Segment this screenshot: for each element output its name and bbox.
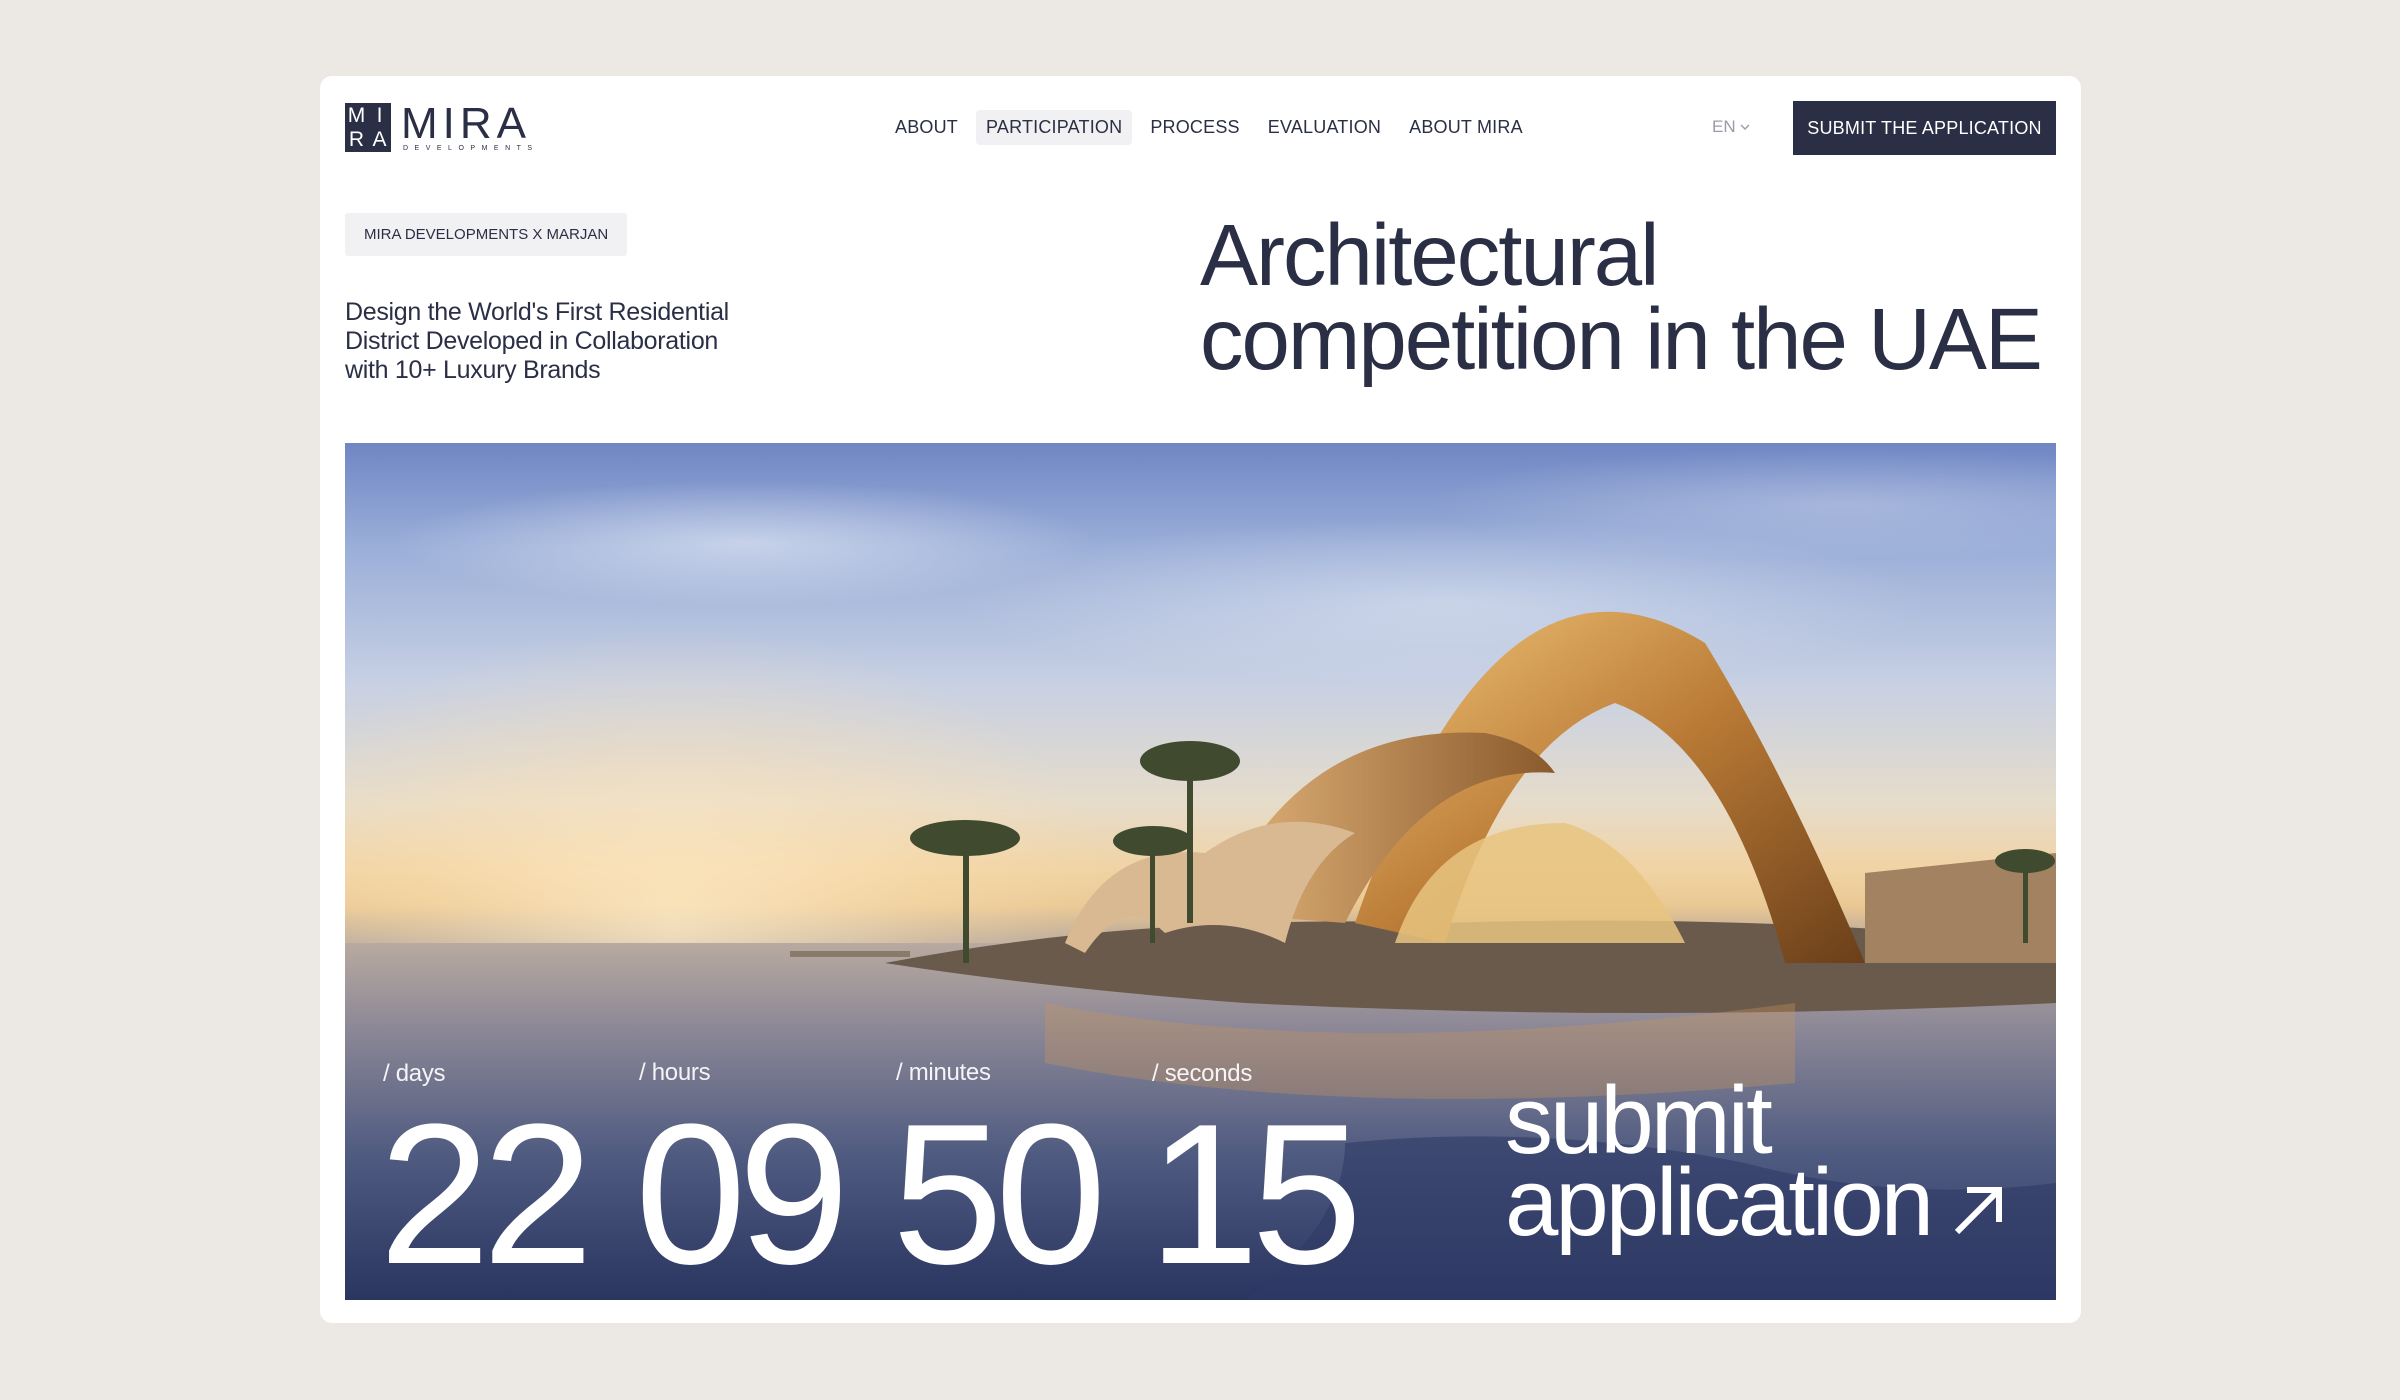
countdown-days-value: 22 <box>379 1083 593 1300</box>
submit-application-button[interactable]: SUBMIT THE APPLICATION <box>1793 101 2056 155</box>
countdown-hours-value: 09 <box>635 1083 849 1300</box>
logo-text: MIRA DEVELOPMENTS <box>401 98 539 152</box>
language-label: EN <box>1712 117 1736 136</box>
language-selector[interactable]: EN <box>1712 117 1750 137</box>
nav-item-participation[interactable]: PARTICIPATION <box>976 110 1133 145</box>
nav-item-about-mira[interactable]: ABOUT MIRA <box>1399 110 1533 145</box>
page-title: Architectural competition in the UAE <box>1200 207 2043 388</box>
hero-submit-application-link[interactable]: submit application <box>1505 1073 2007 1251</box>
intro-lede: Design the World's First Residential Dis… <box>345 298 729 384</box>
nav-item-process[interactable]: PROCESS <box>1140 110 1249 145</box>
logo-mark: M I R A <box>345 103 391 152</box>
page-card: M I R A MIRA DEVELOPMENTS ABOUT PARTICIP… <box>320 76 2081 1323</box>
chevron-down-icon <box>1740 124 1750 130</box>
logo-mark-letter: R <box>348 128 365 152</box>
hero-cta-line2: application <box>1505 1149 1934 1256</box>
logo-mark-letter: I <box>376 103 383 127</box>
main-nav: ABOUT PARTICIPATION PROCESS EVALUATION A… <box>885 110 1533 145</box>
logo-mark-letter: M <box>347 103 366 127</box>
collaboration-tag: MIRA DEVELOPMENTS X MARJAN <box>345 213 628 256</box>
mira-logo[interactable]: M I R A MIRA DEVELOPMENTS <box>345 98 539 152</box>
countdown-minutes-value: 50 <box>892 1083 1106 1300</box>
arrow-up-right-icon <box>1954 1186 2002 1234</box>
logo-subtitle: DEVELOPMENTS <box>403 144 539 152</box>
countdown-seconds-value: 15 <box>1148 1083 1362 1300</box>
nav-item-evaluation[interactable]: EVALUATION <box>1258 110 1391 145</box>
nav-item-about[interactable]: ABOUT <box>885 110 968 145</box>
pier <box>790 951 910 957</box>
logo-name: MIRA <box>401 98 531 148</box>
logo-mark-letter: A <box>372 128 387 152</box>
hero-image: / days / hours / minutes / seconds 22 09… <box>345 443 2056 1300</box>
